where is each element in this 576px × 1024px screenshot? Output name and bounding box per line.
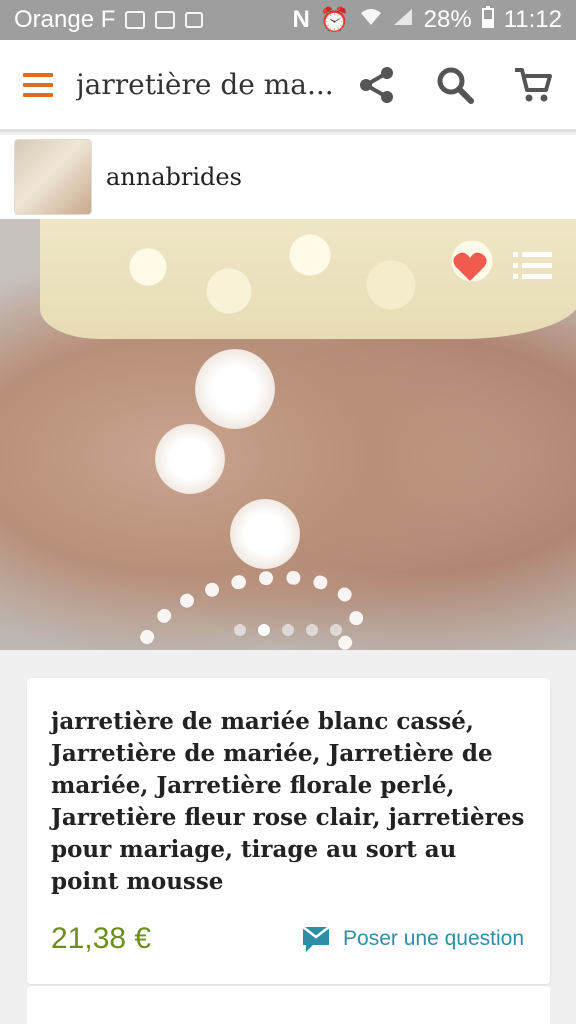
cart-icon[interactable]	[494, 39, 572, 131]
download-notification-icon	[185, 12, 204, 28]
carousel-indicator	[0, 624, 576, 636]
carousel-dot[interactable]	[234, 624, 246, 636]
status-right: N ⏰ 28% 11:12	[292, 5, 562, 35]
ask-question-label: Poser une question	[343, 927, 524, 950]
listing-price: 21,38 €	[51, 922, 152, 955]
flower-graphic-2	[155, 424, 225, 494]
next-section-card	[27, 986, 550, 1024]
listing-details-card: jarretière de mariée blanc cassé, Jarret…	[27, 678, 550, 984]
gallery-notification-icon-2	[155, 11, 176, 29]
carousel-dot-active[interactable]	[258, 624, 270, 636]
message-icon	[302, 926, 330, 952]
add-to-list-icon[interactable]	[510, 243, 556, 289]
status-bar: Orange F N ⏰ 28% 11:12	[0, 0, 576, 40]
nfc-icon: N	[292, 6, 310, 33]
shop-name[interactable]: annabrides	[106, 163, 242, 191]
clock: 11:12	[503, 6, 562, 33]
battery-percent: 28%	[423, 6, 472, 33]
page-title: jarretière de ma...	[76, 68, 334, 101]
shop-avatar[interactable]	[14, 139, 92, 215]
dress-ruffle-graphic	[40, 219, 576, 339]
gallery-notification-icon	[125, 11, 146, 29]
carousel-dot[interactable]	[330, 624, 342, 636]
status-left: Orange F	[14, 6, 204, 34]
carousel-dot[interactable]	[282, 624, 294, 636]
search-icon[interactable]	[416, 39, 494, 131]
wifi-icon	[360, 6, 382, 34]
listing-image[interactable]	[0, 219, 576, 650]
carousel-dot[interactable]	[306, 624, 318, 636]
share-icon[interactable]	[338, 39, 416, 131]
listing-title: jarretière de mariée blanc cassé, Jarret…	[51, 708, 525, 895]
flower-graphic-3	[230, 499, 300, 569]
alarm-icon: ⏰	[319, 6, 350, 34]
app-bar: jarretière de ma...	[0, 40, 576, 132]
flower-graphic	[195, 349, 275, 429]
hamburger-menu-icon[interactable]	[0, 39, 76, 131]
price-row: 21,38 € Poser une question	[51, 922, 524, 956]
ask-question-button[interactable]: Poser une question	[301, 925, 524, 953]
carrier-label: Orange F	[14, 6, 116, 33]
shop-header[interactable]: annabrides	[0, 135, 576, 219]
favorite-heart-icon[interactable]	[450, 247, 490, 287]
battery-icon	[481, 5, 494, 35]
signal-icon	[392, 6, 414, 34]
